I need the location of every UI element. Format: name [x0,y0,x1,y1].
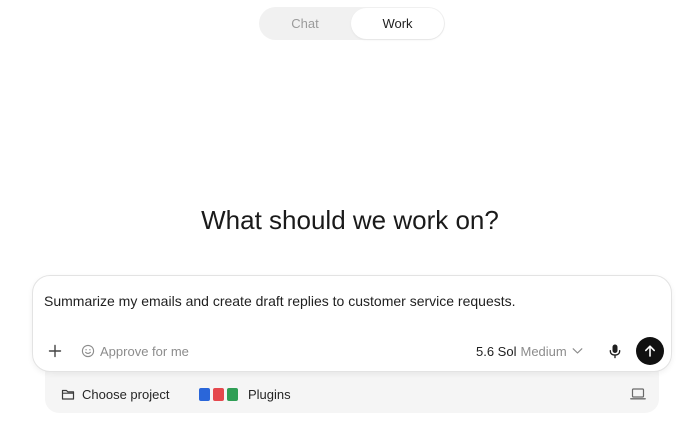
pdf-plugin-icon [213,387,224,401]
choose-project-label: Choose project [82,386,170,402]
laptop-icon[interactable] [629,385,647,403]
approve-for-me-button[interactable]: Approve for me [81,343,189,359]
chevron-down-icon [572,347,583,355]
send-button[interactable] [636,337,664,365]
plugins-label: Plugins [248,386,291,402]
page-title: What should we work on? [201,205,499,235]
sheets-plugin-icon [227,387,238,401]
approve-for-me-label: Approve for me [100,343,189,359]
choose-project-button[interactable]: Choose project [61,385,169,403]
plus-icon[interactable] [47,343,63,359]
effort-label: Medium [520,343,567,359]
arrow-up-icon [643,344,657,358]
model-name: 5.6 Sol [476,343,517,359]
tab-chat[interactable]: Chat [260,8,350,39]
work-home-page: Chat Work What should we work on? Choose… [0,0,700,430]
microphone-icon[interactable] [606,342,624,360]
plugins-button[interactable]: Plugins [199,385,291,403]
prompt-input[interactable]: Summarize my emails and create draft rep… [44,292,654,310]
docs-plugin-icon [199,387,210,401]
folder-icon [61,388,75,401]
plugin-icons [199,387,241,401]
tab-work[interactable]: Work [351,8,444,39]
mode-toggle: Chat Work [259,7,445,40]
composer: Summarize my emails and create draft rep… [32,275,672,372]
model-selector[interactable]: 5.6 Sol Medium [476,343,583,359]
smiley-icon [81,344,95,358]
